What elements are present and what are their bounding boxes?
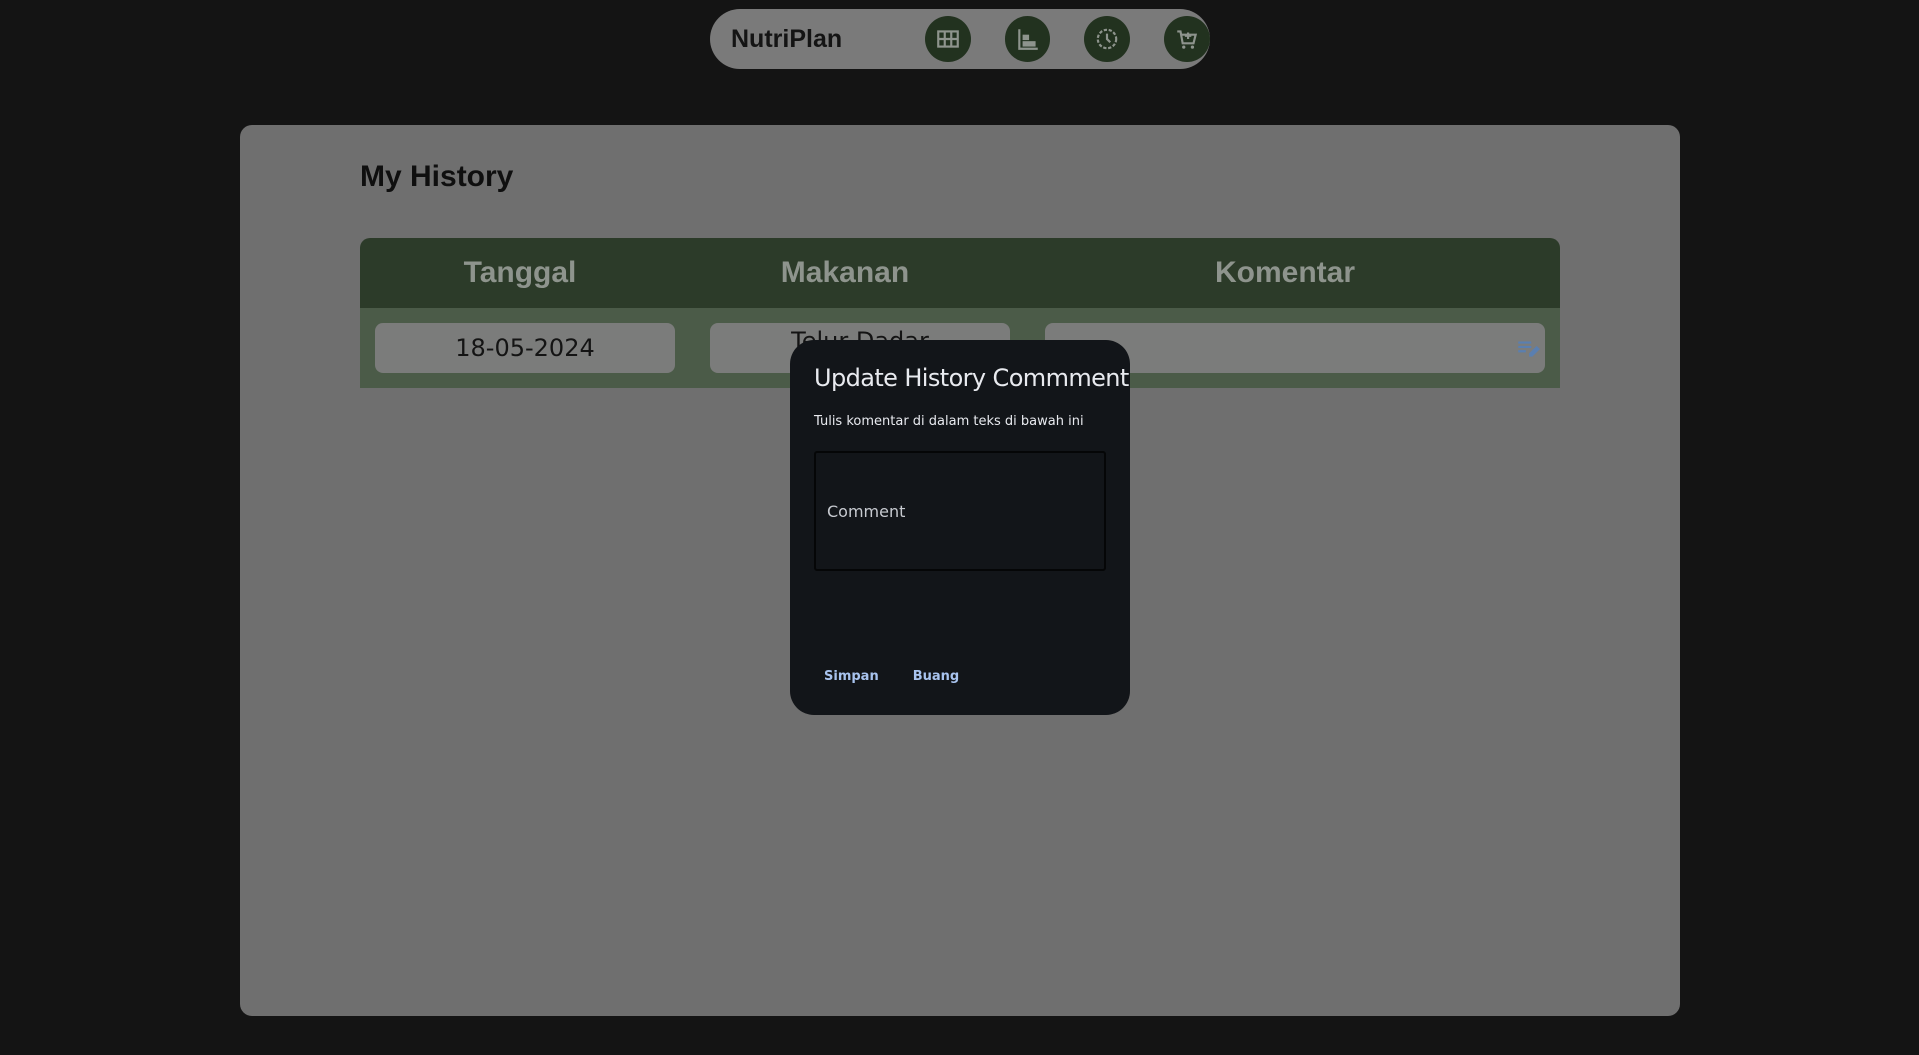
brand-logo[interactable]: NutriPlan bbox=[731, 25, 925, 54]
cart-icon bbox=[1177, 30, 1198, 49]
dialog-subtitle: Tulis komentar di dalam teks di bawah in… bbox=[814, 414, 1084, 429]
update-comment-dialog: Update History Commment Tulis komentar d… bbox=[790, 340, 1130, 715]
save-button[interactable]: Simpan bbox=[814, 665, 889, 688]
nav-button-history[interactable] bbox=[1084, 16, 1131, 62]
discard-button[interactable]: Buang bbox=[903, 665, 970, 688]
column-header-comment: Komentar bbox=[1214, 256, 1356, 289]
edit-comment-icon[interactable] bbox=[1515, 335, 1541, 361]
date-cell: 18-05-2024 bbox=[375, 323, 675, 373]
comment-input[interactable] bbox=[814, 451, 1106, 571]
nav-button-chart[interactable] bbox=[1004, 16, 1051, 62]
nav-button-grid[interactable] bbox=[924, 16, 971, 62]
dialog-actions: Simpan Buang bbox=[814, 665, 983, 688]
column-header-food: Makanan bbox=[780, 256, 910, 289]
top-navbar: NutriPlan bbox=[710, 9, 1210, 69]
clock-icon bbox=[1097, 28, 1118, 50]
dialog-title: Update History Commment bbox=[814, 364, 1129, 392]
page-title: My History bbox=[360, 160, 514, 193]
column-header-date: Tanggal bbox=[463, 256, 577, 289]
nav-button-cart[interactable] bbox=[1164, 16, 1210, 62]
table-header: Tanggal Makanan Komentar bbox=[360, 238, 1560, 308]
chart-icon bbox=[1017, 29, 1038, 50]
grid-icon bbox=[937, 30, 959, 48]
